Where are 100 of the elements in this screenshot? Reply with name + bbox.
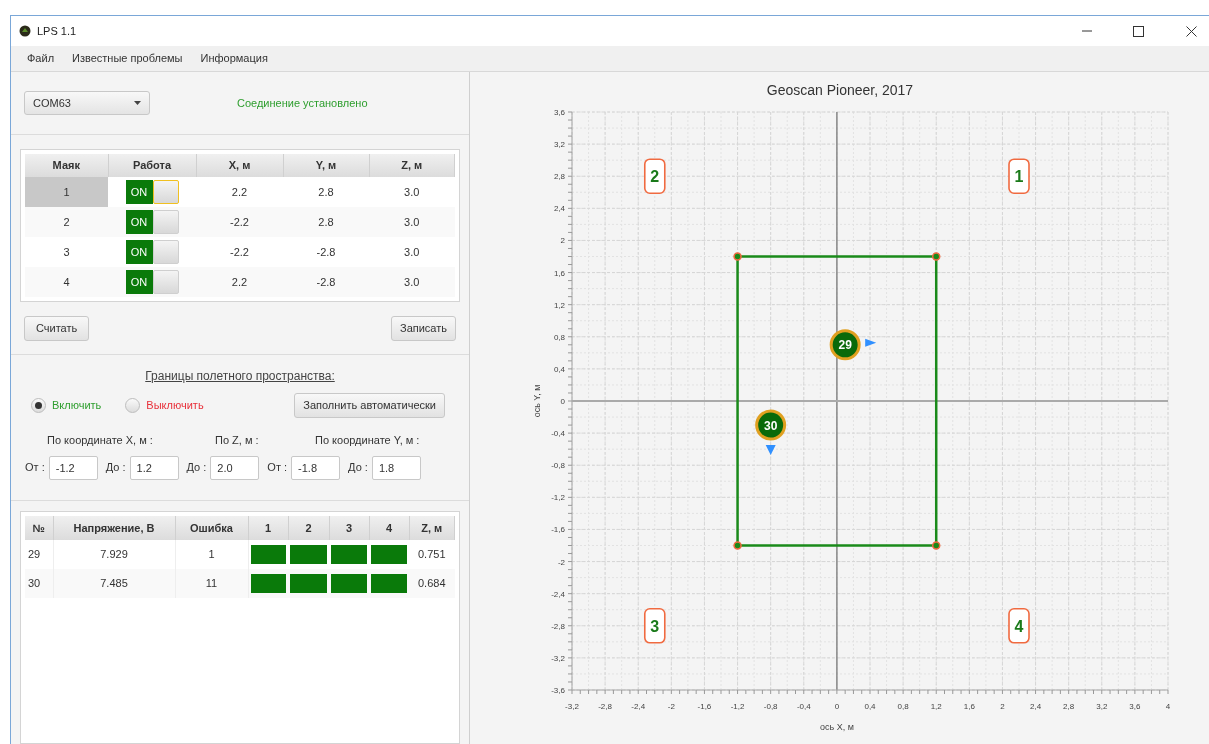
column-header: 1 [264,521,272,534]
table-cell: 0.751 [409,540,455,569]
autofill-button[interactable]: Заполнить автоматически [294,393,445,418]
menu-item[interactable]: Информация [200,50,268,67]
tick-label: 0 [834,702,840,711]
write-button[interactable]: Записать [391,315,456,341]
table-cell: -2.8 [283,237,369,267]
table-cell: 3.0 [369,237,455,267]
table-cell[interactable]: 3 [25,237,108,267]
tick-label: -3,2 [551,653,565,663]
port-dropdown[interactable]: COM63 [24,91,150,115]
beacon-marker: 3 [644,608,666,644]
annotation: 30 [763,418,778,433]
field-label: От : [25,460,45,476]
column-header: Работа [132,159,172,172]
tick-label: -2,8 [551,621,565,631]
menu-item[interactable]: Известные проблемы [72,50,183,67]
radio-button[interactable] [125,398,141,413]
window-title: LPS 1.1 [37,23,77,39]
column-header: Ошибка [190,521,233,534]
coordinate-field[interactable]: -1.2 [48,455,98,480]
coordinate-field[interactable]: 1.8 [371,455,421,480]
tick-label: -2,8 [598,702,612,711]
tick-label: 2,4 [553,204,565,214]
tick-label: -0,4 [551,429,565,439]
table-cell: 7.485 [53,569,175,598]
tick-label: 4 [1165,702,1171,711]
tick-label: -0,8 [551,461,565,471]
field-group-label: По координате Y, м : [315,434,420,446]
column-header: X, м [228,159,251,172]
tick-label: 3,6 [553,108,565,117]
table-cell: 11 [175,569,248,598]
table-cell: -2.2 [196,207,283,237]
tick-label: -2,4 [631,702,646,711]
table-cell: 0.684 [409,569,455,598]
axis-label: ось Y, м [532,384,542,418]
tick-label: 0,4 [553,364,565,374]
radio-label: Включить [52,398,102,414]
tick-label: 2,4 [1030,702,1042,711]
tick-label: 3,2 [1096,702,1108,711]
column-header: № [32,521,45,534]
table-cell[interactable]: 2 [25,207,108,237]
field-label: До : [105,460,126,476]
table-cell[interactable]: 1 [25,177,108,207]
table-cell: 2.2 [196,267,283,297]
table-cell[interactable]: 4 [25,267,108,297]
coordinate-field[interactable]: -1.8 [291,455,341,480]
column-header: Напряжение, В [73,521,155,534]
field-label: От : [267,460,288,476]
axis-label: ось X, м [819,722,854,732]
tick-label: 3,2 [553,140,565,150]
connection-status: Соединение установлено [237,95,368,111]
column-header: 3 [345,521,353,534]
column-header: Маяк [52,159,80,172]
close-icon[interactable] [1186,25,1197,37]
column-header: 4 [385,521,393,534]
direction-arrow [865,338,877,347]
menu-item[interactable]: Файл [27,50,55,67]
tick-label: -2 [557,557,565,567]
tick-label: -1,6 [697,702,712,711]
tick-label: 1,2 [553,300,565,310]
table-cell: 2.2 [196,177,283,207]
tick-label: -1,2 [551,493,565,503]
tick-label: -0,8 [763,702,778,711]
tick-label: 0,8 [553,332,565,342]
tick-label: 2,8 [1063,702,1075,711]
column-header: Y, м [315,159,337,172]
coordinate-field[interactable]: 1.2 [129,455,179,480]
drone-marker: 29 [829,329,861,361]
tick-label: 0 [560,397,565,406]
read-button[interactable]: Считать [24,315,90,341]
section-title: Границы полетного пространства: [145,368,335,385]
caret-icon [134,101,141,105]
tick-label: -1,6 [551,525,565,535]
field-group-label: По Z, м : [215,434,259,446]
table-cell: 3.0 [369,207,455,237]
tick-label: 1,2 [930,702,942,711]
field-label: До : [186,460,207,476]
table-cell: -2.2 [196,237,283,267]
direction-arrow [765,445,776,456]
app-icon [19,25,31,37]
tick-label: 2 [560,236,565,246]
tick-label: 1,6 [553,268,565,278]
drone-marker: 30 [755,409,787,441]
table-cell: 2.8 [283,207,369,237]
radio-button[interactable] [31,398,46,413]
beacon-marker: 2 [644,158,666,194]
tick-label: 0,8 [897,702,909,711]
tick-label: -0,4 [796,702,811,711]
maximize-icon[interactable] [1133,25,1144,37]
tick-label: -1,2 [730,702,745,711]
tick-label: -3,2 [565,702,579,711]
tick-label: 3,6 [1129,702,1141,711]
beacon-marker: 4 [1008,608,1030,644]
coordinate-field[interactable]: 2.0 [210,455,260,480]
tick-label: 2 [1000,702,1005,711]
tick-label: -2,4 [551,589,565,599]
field-group-label: По координате X, м : [47,434,153,446]
annotation: 29 [838,338,853,353]
field-label: До : [348,460,368,476]
